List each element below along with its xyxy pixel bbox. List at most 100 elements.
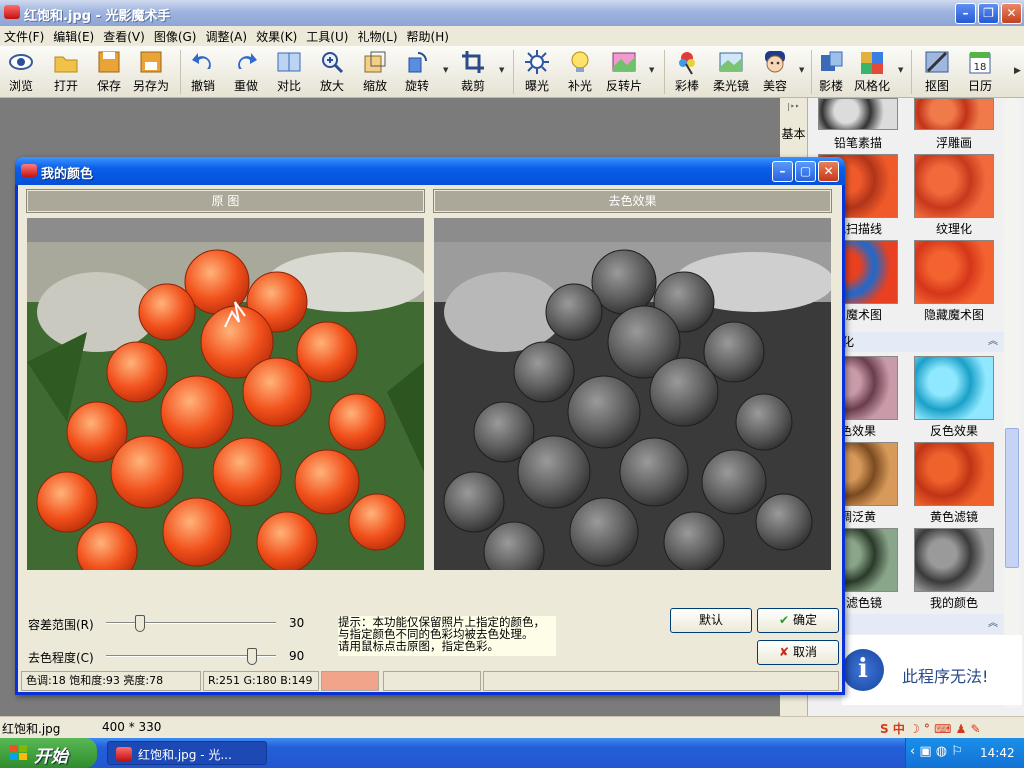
- open-label: 打开: [53, 79, 78, 93]
- desaturation-slider[interactable]: [106, 646, 276, 666]
- open-button[interactable]: 打开: [53, 49, 79, 94]
- dialog-maximize-button[interactable]: ▢: [795, 161, 816, 182]
- effect-thumbnail[interactable]: [914, 442, 994, 506]
- eye-icon: [8, 49, 34, 75]
- soft-light-button[interactable]: 柔光镜: [713, 49, 749, 94]
- calendar-icon: 18: [967, 49, 993, 75]
- rotate-dropdown-icon[interactable]: ▼: [443, 66, 448, 74]
- info-bubble: i 此程序无法!: [842, 635, 1022, 705]
- menu-edit[interactable]: 编辑(E): [49, 28, 99, 45]
- window-title: 红饱和.jpg - 光影魔术手: [24, 9, 171, 24]
- effect-thumbnail[interactable]: [914, 240, 994, 304]
- minimize-button[interactable]: –: [955, 3, 976, 24]
- color-stick-button[interactable]: 彩棒: [674, 49, 700, 94]
- scale-button[interactable]: 缩放: [362, 49, 388, 94]
- close-button[interactable]: ✕: [1001, 3, 1022, 24]
- cross-icon: ✘: [778, 645, 790, 659]
- ok-button-label: 确定: [793, 613, 818, 627]
- rotate-button[interactable]: 旋转: [404, 49, 430, 94]
- exposure-button[interactable]: 曝光: [524, 49, 550, 94]
- effect-label[interactable]: 我的颜色: [904, 594, 1004, 611]
- effect-label[interactable]: 浮雕画: [904, 134, 1004, 151]
- tolerance-slider[interactable]: [106, 613, 276, 633]
- desaturation-value: 90: [289, 649, 305, 663]
- fill-light-button[interactable]: 补光: [567, 49, 593, 94]
- shadow-studio-button[interactable]: 影楼: [818, 49, 844, 94]
- soft-light-label: 柔光镜: [713, 79, 750, 93]
- stylize-dropdown-icon[interactable]: ▼: [898, 66, 903, 74]
- status-empty-1: [383, 671, 481, 691]
- save-as-button[interactable]: 另存为: [133, 49, 169, 94]
- cutout-label: 抠图: [924, 79, 949, 93]
- zoom-in-button[interactable]: 放大: [319, 49, 345, 94]
- browse-button[interactable]: 浏览: [8, 49, 34, 94]
- beauty-button[interactable]: 美容: [762, 49, 788, 94]
- dialog-close-button[interactable]: ✕: [818, 161, 839, 182]
- effect-label[interactable]: 黄色滤镜: [904, 508, 1004, 525]
- stylize-button[interactable]: 风格化: [854, 49, 890, 94]
- default-button[interactable]: 默认: [670, 608, 752, 633]
- menu-view[interactable]: 查看(V): [99, 28, 150, 45]
- dialog-minimize-button[interactable]: –: [772, 161, 793, 182]
- app-titlebar: 红饱和.jpg - 光影魔术手 – ❐ ✕: [0, 0, 1024, 26]
- compare-icon: [276, 49, 302, 75]
- toolbar-separator: [180, 50, 181, 94]
- restore-button[interactable]: ❐: [978, 3, 999, 24]
- panel-grip-icon[interactable]: |‣‣: [780, 102, 807, 111]
- compare-button[interactable]: 对比: [276, 49, 302, 94]
- undo-button[interactable]: 撤销: [190, 49, 216, 94]
- menu-tools[interactable]: 工具(U): [302, 28, 353, 45]
- cutout-icon: [924, 49, 950, 75]
- shadow-studio-label: 影楼: [818, 79, 843, 93]
- main-toolbar: 浏览 打开 保存 另存为 撤销 重做 对比 放大 缩放 旋转 ▼ 裁剪 ▼ 曝光…: [0, 46, 1024, 98]
- crop-label: 裁剪: [460, 79, 485, 93]
- collapse-icon[interactable]: ︽: [988, 332, 998, 352]
- original-image[interactable]: [27, 242, 424, 570]
- scrollbar-thumb[interactable]: [1005, 428, 1019, 568]
- tolerance-slider-handle[interactable]: [135, 615, 145, 632]
- effect-label[interactable]: 纹理化: [904, 220, 1004, 237]
- sun-icon: [524, 49, 550, 75]
- crop-dropdown-icon[interactable]: ▼: [499, 66, 504, 74]
- tray-clock[interactable]: 14:42: [980, 746, 1015, 760]
- calendar-label: 日历: [967, 79, 992, 93]
- crop-button[interactable]: 裁剪: [460, 49, 486, 94]
- effect-label[interactable]: 隐藏魔术图: [904, 306, 1004, 323]
- menu-help[interactable]: 帮助(H): [403, 28, 454, 45]
- menu-gifts[interactable]: 礼物(L): [353, 28, 402, 45]
- ime-icon[interactable]: S 中 ☽ ° ⌨ ♟ ✎: [880, 720, 981, 737]
- effects-scrollbar[interactable]: [1004, 98, 1020, 708]
- effect-label[interactable]: 铅笔素描: [808, 134, 908, 151]
- menu-adjust[interactable]: 调整(A): [201, 28, 252, 45]
- effect-thumbnail[interactable]: [914, 356, 994, 420]
- effect-thumbnail[interactable]: [914, 154, 994, 218]
- desaturation-slider-handle[interactable]: [247, 648, 257, 665]
- ok-button[interactable]: ✔ 确定: [757, 608, 839, 633]
- collapse-icon[interactable]: ︽: [988, 614, 998, 634]
- toolbar-overflow-icon[interactable]: ▶: [1014, 66, 1021, 76]
- reversal-button[interactable]: 反转片: [606, 49, 642, 94]
- system-tray: ‹ ▣ ◍ ⚐ 14:42: [905, 738, 1024, 768]
- studio-icon: [818, 49, 844, 75]
- menu-file[interactable]: 文件(F): [0, 28, 49, 45]
- face-icon: [762, 49, 788, 75]
- save-as-label: 另存为: [133, 79, 170, 93]
- redo-button[interactable]: 重做: [233, 49, 259, 94]
- menu-effects[interactable]: 效果(K): [252, 28, 302, 45]
- start-button[interactable]: 开始: [0, 738, 97, 768]
- cancel-button[interactable]: ✘ 取消: [757, 640, 839, 665]
- effect-label[interactable]: 反色效果: [904, 422, 1004, 439]
- effect-thumbnail[interactable]: [914, 528, 994, 592]
- taskbar-app-button[interactable]: 红饱和.jpg - 光...: [107, 741, 267, 765]
- tray-icons[interactable]: ‹ ▣ ◍ ⚐: [910, 744, 963, 759]
- reversal-dropdown-icon[interactable]: ▼: [649, 66, 654, 74]
- cutout-button[interactable]: 抠图: [924, 49, 950, 94]
- checkmark-icon: ✔: [778, 613, 790, 627]
- beauty-dropdown-icon[interactable]: ▼: [799, 66, 804, 74]
- save-button[interactable]: 保存: [96, 49, 122, 94]
- hint-text: 提示：本功能仅保留照片上指定的颜色， 与指定颜色不同的色彩均被去色处理。 请用鼠…: [338, 616, 556, 656]
- effect-thumbnail[interactable]: [914, 98, 994, 130]
- calendar-button[interactable]: 18 日历: [967, 49, 993, 94]
- effect-thumbnail[interactable]: [818, 98, 898, 130]
- menu-image[interactable]: 图像(G): [150, 28, 202, 45]
